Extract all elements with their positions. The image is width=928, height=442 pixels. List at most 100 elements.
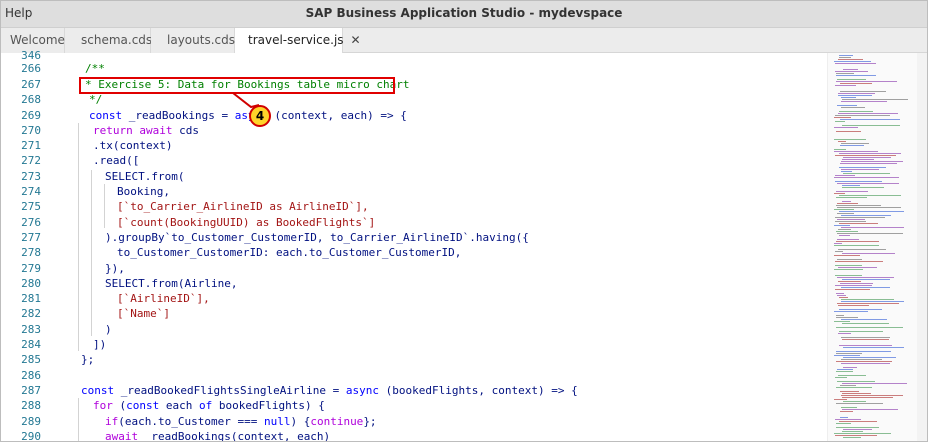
minimap-line: [834, 321, 850, 322]
minimap-line: [835, 221, 866, 222]
code-line-290: await _readBookings(context, each): [105, 429, 330, 442]
minimap-line: [836, 231, 858, 232]
minimap[interactable]: [827, 53, 917, 441]
minimap-line: [843, 367, 857, 368]
code-line-268: */: [89, 92, 102, 108]
line-number: 274: [21, 185, 41, 198]
minimap-line: [838, 333, 851, 334]
minimap-preview: [834, 55, 908, 438]
code-token: .read([: [93, 154, 140, 167]
minimap-line: [842, 383, 907, 384]
minimap-line: [836, 403, 883, 404]
code-token: const: [81, 384, 115, 397]
minimap-line: [836, 197, 867, 198]
minimap-line: [838, 267, 877, 268]
code-line-277: ).groupBy`to_Customer_CustomerID, to_Car…: [105, 230, 529, 246]
minimap-line: [839, 345, 892, 346]
close-icon[interactable]: ✕: [351, 33, 361, 47]
minimap-line: [839, 167, 886, 168]
code-token: const: [126, 399, 160, 412]
code-token: of: [199, 399, 213, 412]
minimap-line: [842, 409, 898, 410]
tab-layouts-cds[interactable]: layouts.cds: [151, 28, 235, 53]
minimap-line: [834, 117, 851, 118]
minimap-line: [835, 175, 855, 176]
tab-schema-cds[interactable]: schema.cds: [65, 28, 152, 53]
code-editor[interactable]: 346 266 267 268 269 270 271 272 273 274 …: [1, 49, 927, 442]
minimap-line: [842, 397, 893, 398]
code-line-281: [`AirlineID`],: [117, 291, 210, 307]
minimap-line: [843, 173, 890, 174]
minimap-line: [841, 215, 891, 216]
code-token: Booking,: [117, 185, 170, 198]
code-token: (: [112, 399, 127, 412]
code-line-288: for (const each of bookedFlights) {: [93, 398, 325, 414]
code-token: [`Name`]: [117, 307, 170, 320]
minimap-line: [838, 229, 851, 230]
tab-travel-service-js[interactable]: travel-service.js ✕: [235, 28, 361, 54]
minimap-line: [837, 381, 875, 382]
minimap-line: [838, 305, 869, 306]
minimap-line: [841, 407, 857, 408]
tab-label: Welcome: [10, 33, 65, 47]
line-number: 282: [21, 307, 41, 320]
minimap-line: [841, 143, 869, 144]
minimap-line: [843, 437, 861, 438]
minimap-line: [841, 395, 903, 396]
code-line-278: to_Customer_CustomerID: each.to_Customer…: [117, 245, 461, 261]
line-number: 277: [21, 231, 41, 244]
minimap-line: [837, 183, 899, 184]
line-number: 284: [21, 338, 41, 351]
code-line-279: }),: [105, 261, 125, 277]
code-token: .tx(context): [93, 139, 173, 152]
line-number: 267: [21, 78, 41, 91]
minimap-line: [843, 401, 866, 402]
code-line-272: .read([: [93, 153, 139, 169]
line-number: 271: [21, 139, 41, 152]
minimap-line: [835, 217, 885, 218]
minimap-line: [836, 317, 858, 318]
highlight-box: [79, 77, 395, 94]
indent-guide: [91, 170, 92, 336]
minimap-line: [838, 375, 866, 376]
minimap-line: [842, 159, 874, 160]
code-token: await: [105, 430, 139, 442]
minimap-line: [834, 243, 842, 244]
minimap-line: [835, 265, 862, 266]
line-number: 278: [21, 246, 41, 259]
title-bar: Help SAP Business Application Studio - m…: [1, 1, 927, 28]
code-token: [`to_Carrier_AirlineID as AirlineID`],: [117, 200, 369, 213]
minimap-line: [838, 281, 861, 282]
minimap-line: [836, 361, 892, 362]
minimap-line: [834, 139, 866, 140]
tab-label: travel-service.js: [248, 33, 344, 47]
minimap-line: [836, 353, 862, 354]
minimap-line: [839, 57, 851, 58]
minimap-line: [838, 93, 875, 94]
minimap-line: [841, 287, 890, 288]
minimap-line: [834, 177, 899, 178]
editor-tab-bar: Welcome schema.cds layouts.cds travel-se…: [1, 28, 927, 54]
indent-guide: [78, 398, 79, 441]
minimap-line: [836, 205, 881, 206]
minimap-line: [839, 211, 904, 212]
minimap-line: [840, 119, 900, 120]
code-area[interactable]: /** * Exercise 5: Data for Bookings tabl…: [65, 53, 824, 442]
line-number: 287: [21, 384, 41, 397]
minimap-line: [834, 127, 858, 128]
line-number: 269: [21, 109, 41, 122]
vertical-scrollbar[interactable]: [917, 53, 927, 441]
minimap-line: [840, 83, 872, 84]
code-line-274: Booking,: [117, 184, 170, 200]
code-line-276: [`count(BookingUUID) as BookedFlights`]: [117, 215, 375, 231]
minimap-line: [839, 297, 848, 298]
minimap-line: [835, 289, 870, 290]
code-token: (each.to_Customer ===: [118, 415, 264, 428]
code-token: for: [93, 399, 113, 412]
minimap-line: [837, 239, 859, 240]
code-token: [`count(BookingUUID) as BookedFlights`]: [117, 216, 376, 229]
minimap-line: [840, 391, 859, 392]
code-token: return: [93, 124, 133, 137]
code-token: }),: [105, 262, 125, 275]
minimap-line: [839, 331, 883, 332]
